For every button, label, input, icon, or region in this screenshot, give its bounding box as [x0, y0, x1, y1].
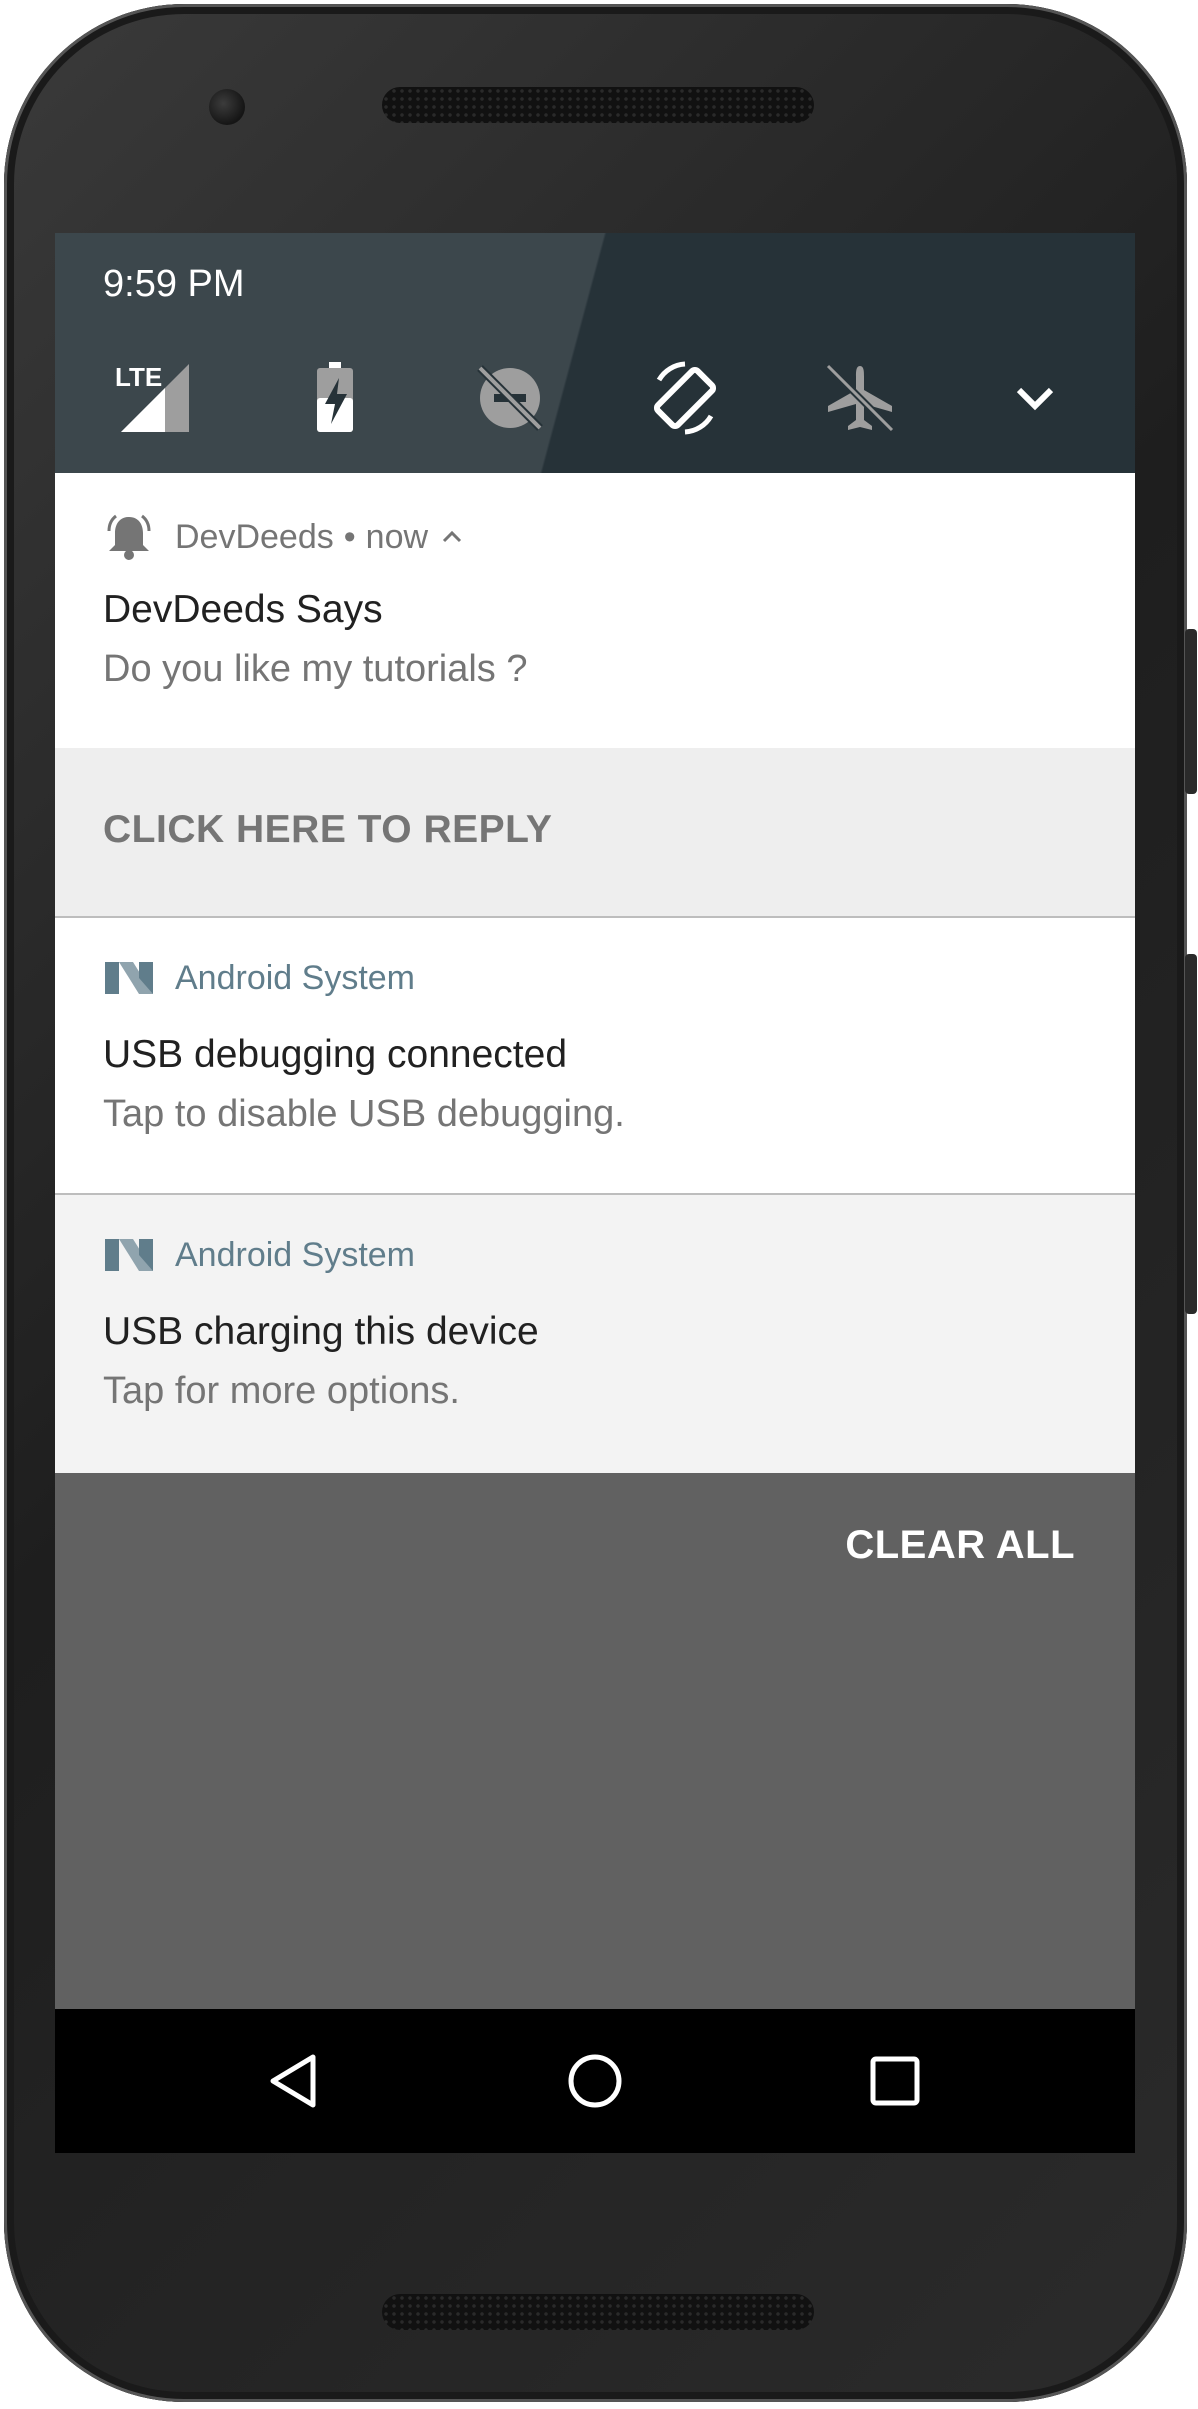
status-time: 9:59 PM — [103, 263, 245, 305]
screen: 9:59 PM LTE DevDeeds • now DevDeeds Says… — [55, 233, 1135, 2153]
notification-app-name: DevDeeds — [175, 517, 334, 556]
airplane-mode-icon[interactable] — [820, 358, 900, 438]
notification-header: Android System — [103, 958, 415, 998]
notification-title: USB charging this device — [103, 1310, 539, 1353]
notification-text: Tap for more options. — [103, 1370, 460, 1412]
android-n-icon — [105, 962, 153, 994]
collapse-chevron-icon[interactable] — [440, 525, 464, 549]
notification-app-name: Android System — [175, 958, 415, 997]
do-not-disturb-off-icon[interactable] — [470, 358, 550, 438]
notification-title: USB debugging connected — [103, 1033, 568, 1076]
lte-label: LTE — [115, 362, 162, 392]
front-camera — [209, 89, 245, 125]
android-n-icon — [105, 1239, 153, 1271]
notification-usb-debugging[interactable]: Android System USB debugging connected T… — [55, 918, 1135, 1193]
notification-text: Do you like my tutorials ? — [103, 648, 528, 690]
bell-icon — [107, 514, 151, 560]
quick-settings-panel: 9:59 PM LTE — [55, 233, 1135, 473]
notification-title: DevDeeds Says — [103, 588, 383, 631]
notification-usb-charging[interactable]: Android System USB charging this device … — [55, 1195, 1135, 1473]
top-speaker — [382, 87, 814, 123]
notification-devdeeds[interactable]: DevDeeds • now DevDeeds Says Do you like… — [55, 473, 1135, 748]
bottom-speaker — [382, 2294, 814, 2330]
reply-action-label: CLICK HERE TO REPLY — [103, 808, 553, 851]
volume-button — [1185, 954, 1197, 1314]
notification-header: DevDeeds • now — [103, 513, 464, 561]
signal-lte-icon[interactable]: LTE — [115, 358, 195, 438]
notification-header: Android System — [103, 1235, 415, 1275]
home-icon[interactable] — [545, 2031, 645, 2131]
back-icon[interactable] — [245, 2031, 345, 2131]
notification-app-name: Android System — [175, 1235, 415, 1274]
battery-charging-icon[interactable] — [295, 358, 375, 438]
expand-chevron-icon[interactable] — [995, 358, 1075, 438]
notification-time: now — [365, 517, 429, 556]
power-button — [1185, 629, 1197, 794]
clear-all-button[interactable]: CLEAR ALL — [845, 1523, 1075, 1568]
notification-text: Tap to disable USB debugging. — [103, 1093, 625, 1135]
recents-icon[interactable] — [845, 2031, 945, 2131]
navigation-bar — [55, 2009, 1135, 2153]
reply-action[interactable]: CLICK HERE TO REPLY — [55, 748, 1135, 916]
auto-rotate-icon[interactable] — [645, 358, 725, 438]
notification-separator: • — [343, 517, 356, 556]
